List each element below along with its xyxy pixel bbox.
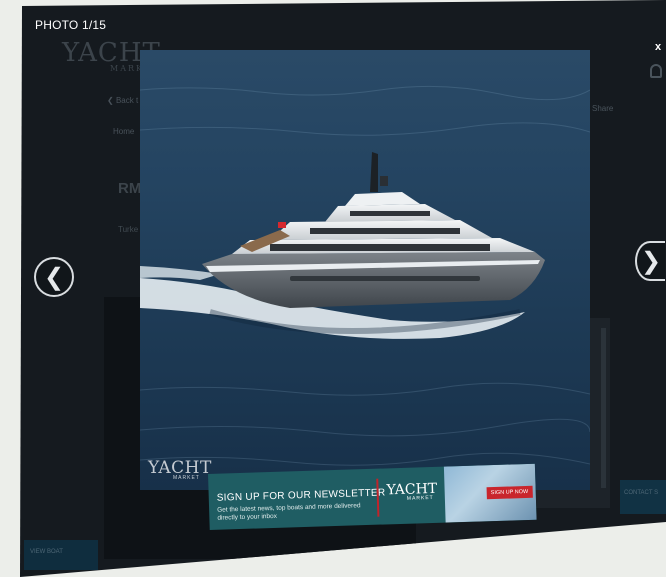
listing-location: Turke — [118, 225, 139, 234]
share-link: Share — [592, 104, 614, 113]
sign-up-button[interactable]: SIGN UP NOW — [486, 485, 533, 500]
next-photo-button[interactable]: ❯ — [635, 241, 665, 281]
breadcrumb: Home — [113, 127, 135, 136]
user-icon — [650, 64, 662, 78]
photo-counter: PHOTO 1/15 — [35, 18, 107, 32]
view-boat-button: VIEW BOAT — [24, 540, 98, 570]
contact-button: CONTACT S — [620, 480, 666, 514]
back-link: ❮ Back t — [107, 96, 139, 105]
ad-subtitle: Get the latest news, top boats and more … — [217, 502, 361, 522]
yacht-photo: YACHT MARKET — [140, 50, 590, 490]
side-panel-scrollbar — [601, 328, 606, 488]
chevron-left-icon: ❮ — [43, 263, 65, 291]
close-icon[interactable]: x — [655, 41, 661, 53]
yacht-illustration — [140, 85, 590, 466]
chevron-right-icon: ❯ — [640, 247, 662, 275]
photo-watermark: YACHT MARKET — [148, 458, 212, 481]
ad-logo: YACHT MARKET — [386, 480, 438, 502]
listing-title: RM — [118, 180, 142, 197]
browser-screen: YACHT MARKET ❮ Back t Home RM Turke Shar… — [20, 0, 666, 577]
previous-photo-button[interactable]: ❮ — [34, 257, 74, 297]
newsletter-ad-banner[interactable]: SIGN UP FOR OUR NEWSLETTER Get the lates… — [208, 463, 537, 530]
